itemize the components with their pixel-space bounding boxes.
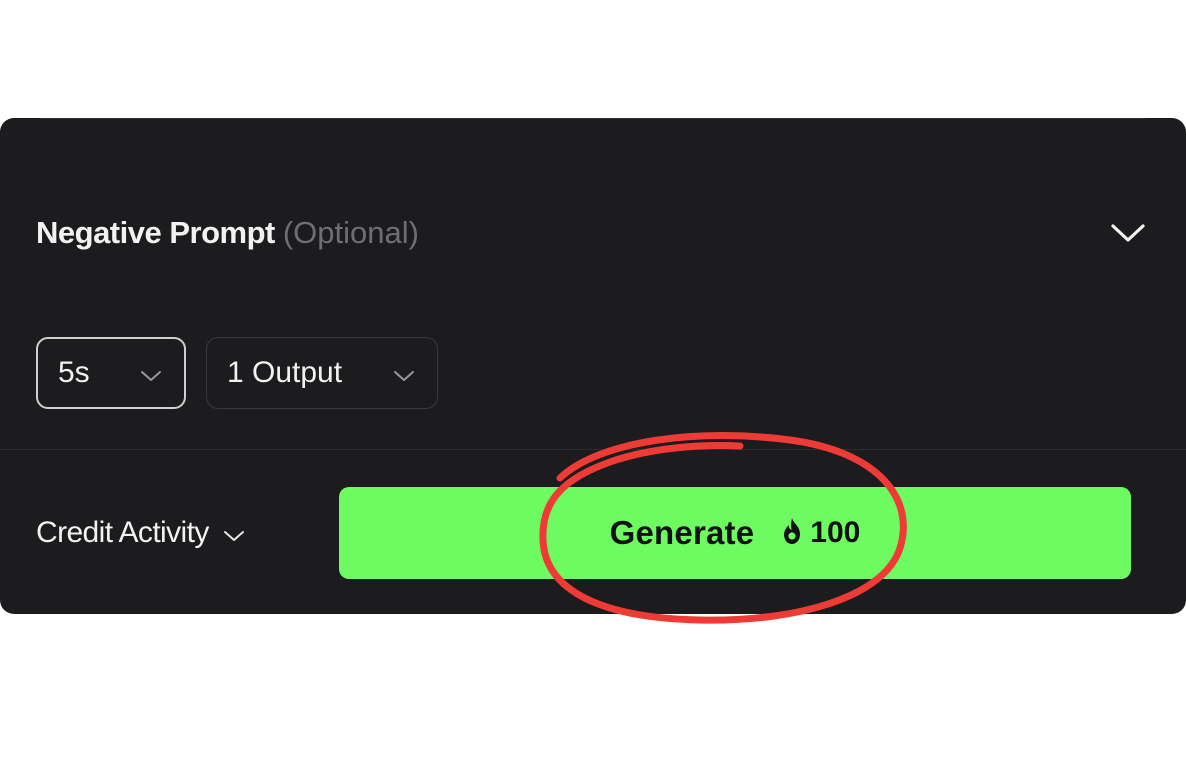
panel-top-border [40, 118, 1146, 119]
generate-label: Generate [609, 514, 755, 551]
negative-prompt-heading: Negative Prompt (Optional) [36, 215, 419, 251]
outputs-select[interactable]: 1 Output [206, 337, 438, 409]
section-divider [0, 449, 1186, 450]
chevron-down-icon [223, 516, 245, 550]
negative-prompt-optional-label: (Optional) [282, 215, 419, 250]
negative-prompt-title: Negative Prompt [36, 215, 275, 250]
chevron-down-icon[interactable] [1110, 215, 1146, 251]
chevron-down-icon [140, 356, 162, 390]
negative-prompt-row[interactable]: Negative Prompt (Optional) [36, 208, 1146, 258]
generate-cost: 100 [780, 516, 860, 550]
chevron-down-icon [393, 356, 415, 390]
duration-value: 5s [58, 356, 90, 389]
page: Negative Prompt (Optional) 5s 1 Output C… [0, 0, 1186, 768]
outputs-value: 1 Output [227, 356, 343, 389]
option-dropdowns: 5s 1 Output [36, 337, 438, 409]
generate-cost-value: 100 [810, 516, 861, 549]
generation-panel: Negative Prompt (Optional) 5s 1 Output C… [0, 118, 1186, 614]
generate-button[interactable]: Generate 100 [339, 487, 1131, 579]
duration-select[interactable]: 5s [36, 337, 186, 409]
credit-activity-label: Credit Activity [36, 516, 209, 549]
credit-activity-toggle[interactable]: Credit Activity [36, 513, 245, 553]
flame-icon [780, 517, 804, 550]
